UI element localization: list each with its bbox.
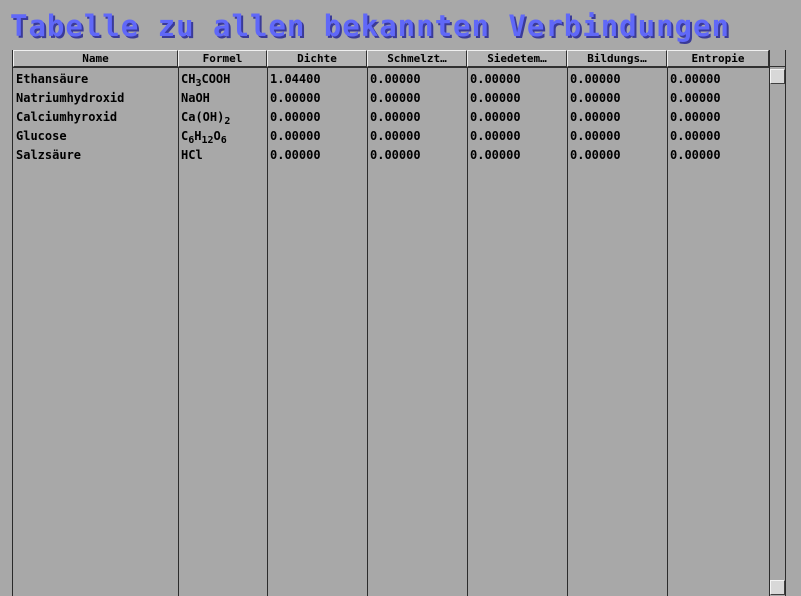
cell-boiling-point: 0.00000 xyxy=(470,72,521,86)
scrollbar-end-button[interactable] xyxy=(770,580,785,595)
table-header: Name Formel Dichte Schmelzt… Siedetem… B… xyxy=(13,50,769,68)
cell-name: Natriumhydroxid xyxy=(16,91,125,105)
cell-density: 0.00000 xyxy=(270,91,321,105)
cell-boiling-point: 0.00000 xyxy=(470,110,521,124)
cell-melting-point: 0.00000 xyxy=(370,91,421,105)
column-header-name[interactable]: Name xyxy=(13,50,178,67)
cell-melting-point: 0.00000 xyxy=(370,72,421,86)
cell-entropy: 0.00000 xyxy=(670,91,721,105)
cell-formation: 0.00000 xyxy=(570,148,621,162)
cell-density: 0.00000 xyxy=(270,129,321,143)
table-row[interactable]: Natriumhydroxid NaOH 0.00000 0.00000 0.00000… xyxy=(13,89,769,108)
page-title: Tabelle zu allen bekannten Verbindungen xyxy=(10,9,730,43)
column-header-formula[interactable]: Formel xyxy=(178,50,267,67)
cell-formation: 0.00000 xyxy=(570,110,621,124)
cell-formula: HCl xyxy=(181,148,203,162)
cell-formula: CH3COOH xyxy=(181,72,231,89)
cell-entropy: 0.00000 xyxy=(670,72,721,86)
cell-boiling-point: 0.00000 xyxy=(470,91,521,105)
cell-melting-point: 0.00000 xyxy=(370,129,421,143)
table-row[interactable]: Calciumhyroxid Ca(OH)2 0.00000 0.00000 0.000… xyxy=(13,108,769,127)
column-header-melting-point[interactable]: Schmelzt… xyxy=(367,50,467,67)
cell-density: 0.00000 xyxy=(270,148,321,162)
cell-name: Ethansäure xyxy=(16,72,89,86)
cell-boiling-point: 0.00000 xyxy=(470,129,521,143)
column-header-formation[interactable]: Bildungs… xyxy=(567,50,667,67)
cell-melting-point: 0.00000 xyxy=(370,148,421,162)
cell-formation: 0.00000 xyxy=(570,129,621,143)
cell-name: Salzsäure xyxy=(16,148,82,162)
compounds-table: Name Formel Dichte Schmelzt… Siedetem… B… xyxy=(12,50,786,596)
cell-entropy: 0.00000 xyxy=(670,129,721,143)
vertical-scrollbar[interactable] xyxy=(769,50,786,596)
cell-formula: NaOH xyxy=(181,91,210,105)
cell-formula: Ca(OH)2 xyxy=(181,110,231,127)
cell-formation: 0.00000 xyxy=(570,72,621,86)
column-header-boiling-point[interactable]: Siedetem… xyxy=(467,50,567,67)
header-divider xyxy=(13,67,769,68)
cell-entropy: 0.00000 xyxy=(670,110,721,124)
column-header-density[interactable]: Dichte xyxy=(267,50,367,67)
cell-formula: C6H12O6 xyxy=(181,129,227,146)
scrollbar-header xyxy=(770,50,785,67)
cell-name: Calciumhyroxid xyxy=(16,110,118,124)
table-row[interactable]: Salzsäure HCl 0.00000 0.00000 0.00000 0.00000… xyxy=(13,146,769,165)
cell-boiling-point: 0.00000 xyxy=(470,148,521,162)
cell-density: 1.04400 xyxy=(270,72,321,86)
column-header-entropy[interactable]: Entropie xyxy=(667,50,769,67)
scrollbar-thumb[interactable] xyxy=(770,69,785,84)
table-row[interactable]: Ethansäure CH3COOH 1.04400 0.00000 0.00000 0.… xyxy=(13,70,769,89)
cell-entropy: 0.00000 xyxy=(670,148,721,162)
cell-melting-point: 0.00000 xyxy=(370,110,421,124)
cell-formation: 0.00000 xyxy=(570,91,621,105)
cell-density: 0.00000 xyxy=(270,110,321,124)
table-row[interactable]: Glucose C6H12O6 0.00000 0.00000 0.00000 0.000… xyxy=(13,127,769,146)
cell-name: Glucose xyxy=(16,129,67,143)
